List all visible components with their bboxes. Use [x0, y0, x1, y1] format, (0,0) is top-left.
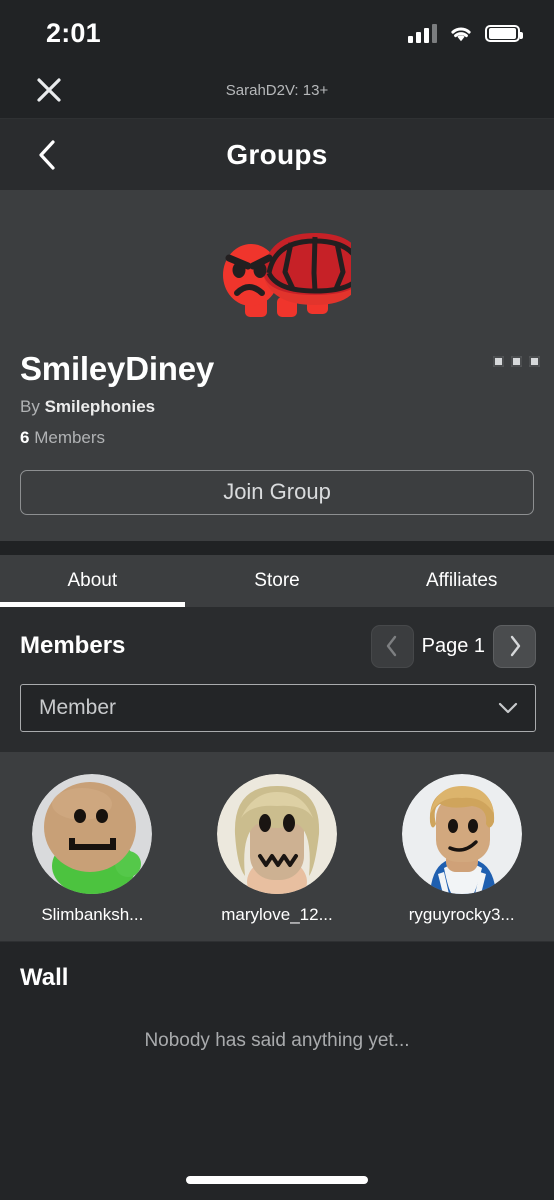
group-owner-line: By Smilephonies — [20, 397, 536, 417]
avatar — [217, 773, 337, 894]
avatar-marylove — [217, 773, 337, 894]
experience-age-label: SarahD2V: 13+ — [225, 81, 329, 99]
member-name: marylove_12... — [221, 904, 333, 924]
active-tab-indicator — [0, 601, 185, 607]
group-emblem — [0, 196, 554, 350]
member-name: Slimbanksh... — [41, 904, 144, 924]
list-item[interactable]: ryguyrocky3... — [369, 773, 554, 925]
members-avatar-list: Slimbanksh... marylove_12... ryguyrocky3… — [0, 751, 554, 941]
tab-affiliates[interactable]: Affiliates — [369, 555, 554, 607]
group-member-count-label: Members — [34, 427, 106, 447]
group-name: SmileyDiney — [20, 350, 215, 387]
battery-full-icon — [485, 24, 523, 42]
cellular-signal-icon — [408, 23, 437, 43]
avatar — [32, 773, 153, 894]
wifi-icon — [448, 24, 474, 43]
avatar — [401, 773, 522, 894]
chevron-left-icon — [386, 636, 397, 657]
status-bar-icons — [408, 23, 523, 43]
next-page-button[interactable] — [493, 624, 536, 668]
group-owner-name[interactable]: Smilephonies — [45, 397, 156, 416]
more-options-button[interactable] — [493, 356, 540, 367]
members-pagination: Page 1 — [370, 624, 536, 668]
group-by-prefix: By — [20, 396, 40, 416]
member-name: ryguyrocky3... — [408, 904, 515, 924]
join-group-wrap: Join Group — [0, 448, 554, 541]
wall-section: Wall Nobody has said anything yet... — [0, 940, 554, 1200]
previous-page-button[interactable] — [370, 624, 414, 668]
chevron-down-icon — [498, 702, 518, 714]
avatar-slimbanksh — [32, 773, 153, 894]
close-button[interactable] — [18, 74, 80, 106]
page-label: Page 1 — [421, 634, 485, 657]
page-title: Groups — [226, 138, 328, 170]
navigation-bar: Groups — [0, 118, 554, 190]
section-divider — [0, 540, 554, 555]
more-options-icon — [511, 356, 522, 367]
group-member-count-line: 6 Members — [20, 428, 536, 448]
members-section: Members Page 1 Member — [0, 606, 554, 752]
group-hero: SmileyDiney By Smilephonies 6 Members Jo… — [0, 190, 554, 541]
tab-store[interactable]: Store — [185, 555, 370, 607]
members-header: Members Page 1 — [20, 624, 536, 668]
list-item[interactable]: marylove_12... — [185, 773, 370, 925]
more-options-icon — [529, 356, 540, 367]
status-bar-clock: 2:01 — [46, 17, 101, 48]
group-tabs: About Store Affiliates — [0, 554, 554, 607]
wall-empty-message: Nobody has said anything yet... — [144, 1029, 410, 1051]
avatar-ryguyrocky — [401, 773, 522, 894]
group-info: SmileyDiney By Smilephonies 6 Members — [0, 350, 554, 448]
close-icon — [37, 78, 61, 102]
wall-title: Wall — [20, 963, 69, 991]
group-member-count: 6 — [20, 427, 30, 447]
member-role-filter-value: Member — [39, 695, 117, 719]
join-group-button[interactable]: Join Group — [20, 469, 534, 515]
app-top-bar: SarahD2V: 13+ — [0, 62, 554, 118]
tab-about[interactable]: About — [0, 555, 185, 607]
back-button[interactable] — [16, 138, 78, 172]
member-role-filter[interactable]: Member — [20, 683, 536, 732]
angry-turtle-emblem — [223, 233, 351, 317]
members-title: Members — [20, 632, 126, 660]
chevron-right-icon — [510, 636, 520, 657]
home-indicator[interactable] — [186, 1176, 368, 1184]
status-bar: 2:01 — [0, 0, 554, 62]
more-options-icon — [493, 356, 504, 367]
phone-screen: 2:01 SarahD2V: 13+ Groups SmileyDiney By… — [0, 0, 554, 1200]
list-item[interactable]: Slimbanksh... — [0, 773, 185, 925]
chevron-left-icon — [39, 139, 55, 170]
